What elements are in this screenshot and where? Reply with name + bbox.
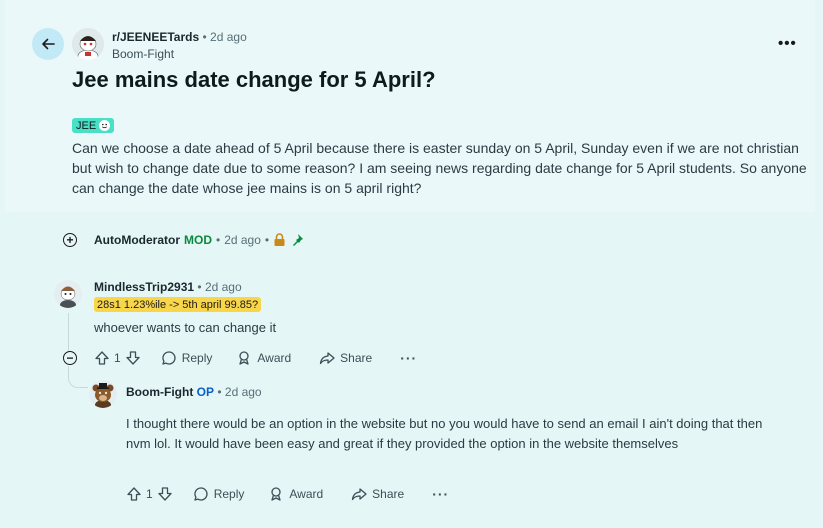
avatar[interactable] — [54, 280, 82, 308]
share-label: Share — [340, 351, 373, 365]
post-more-button[interactable]: ••• — [778, 35, 797, 52]
comment-action-bar: 1 Reply Award Share ··· — [94, 350, 417, 366]
upvote-icon — [127, 487, 141, 501]
post-flair-label: JEE — [76, 119, 97, 132]
vote-score: 1 — [146, 487, 153, 501]
award-icon — [239, 351, 250, 365]
comment-author[interactable]: MindlessTrip2931 — [94, 280, 194, 294]
downvote-icon — [126, 351, 140, 365]
comment-action-bar: 1 Reply Award Share ··· — [126, 486, 449, 502]
share-icon — [320, 352, 335, 365]
expand-comment-button[interactable]: + — [63, 233, 77, 247]
comment-more-button[interactable]: ··· — [400, 350, 417, 366]
back-button[interactable] — [32, 28, 64, 60]
share-button[interactable]: Share — [351, 486, 404, 502]
automod-comment-header[interactable]: AutoModerator MOD • 2d ago • — [94, 233, 304, 247]
smiley-icon — [99, 120, 111, 131]
comment-icon — [162, 351, 176, 365]
mod-badge: MOD — [184, 233, 212, 247]
subreddit-line: r/JEENEETards • 2d ago — [112, 30, 247, 44]
avatar[interactable] — [89, 380, 117, 408]
thread-line[interactable] — [68, 313, 69, 351]
collapse-comment-button[interactable]: − — [63, 351, 77, 365]
subreddit-name[interactable]: r/JEENEETards — [112, 30, 199, 44]
post-author[interactable]: Boom-Fight — [112, 47, 174, 61]
comment-header: MindlessTrip2931 • 2d ago — [94, 280, 242, 294]
comment-icon — [194, 487, 208, 501]
award-label: Award — [289, 487, 324, 501]
pin-icon — [293, 234, 304, 246]
upvote-button[interactable] — [126, 486, 142, 502]
upvote-icon — [95, 351, 109, 365]
award-button[interactable]: Award — [268, 486, 323, 502]
post-flair[interactable]: JEE — [72, 118, 115, 133]
share-button[interactable]: Share — [319, 350, 372, 366]
post-body: Can we choose a date ahead of 5 April be… — [72, 140, 807, 196]
share-label: Share — [372, 487, 405, 501]
vote-score: 1 — [114, 351, 121, 365]
comment-time: 2d ago — [224, 233, 261, 247]
award-icon — [271, 487, 282, 501]
award-label: Award — [257, 351, 292, 365]
downvote-button[interactable] — [125, 350, 141, 366]
downvote-button[interactable] — [157, 486, 173, 502]
subreddit-avatar[interactable] — [72, 28, 104, 60]
comment-text: whoever wants to can change it — [94, 320, 277, 335]
reply-button[interactable]: Reply — [161, 350, 213, 366]
comment-author[interactable]: Boom-Fight — [126, 385, 193, 399]
post-title: Jee mains date change for 5 April? — [72, 67, 436, 92]
share-icon — [352, 488, 367, 501]
reply-button[interactable]: Reply — [193, 486, 245, 502]
thread-connector — [68, 366, 88, 388]
comment-time: 2d ago — [224, 385, 262, 399]
user-flair[interactable]: 28s1 1.23%ile -> 5th april 99.85? — [94, 297, 262, 312]
lock-icon — [274, 233, 285, 246]
award-button[interactable]: Award — [236, 350, 291, 366]
comment-time: 2d ago — [204, 280, 242, 294]
reply-label: Reply — [181, 351, 213, 365]
reply-label: Reply — [213, 487, 245, 501]
comment-more-button[interactable]: ··· — [432, 486, 449, 502]
comment-header: Boom-Fight OP • 2d ago — [126, 385, 262, 399]
post-time: 2d ago — [210, 30, 247, 44]
back-arrow-icon — [42, 38, 55, 50]
comment-author[interactable]: AutoModerator — [94, 233, 180, 247]
op-badge: OP — [196, 385, 214, 399]
downvote-icon — [158, 487, 172, 501]
comment-text: I thought there would be an option in th… — [126, 416, 763, 451]
upvote-button[interactable] — [94, 350, 110, 366]
